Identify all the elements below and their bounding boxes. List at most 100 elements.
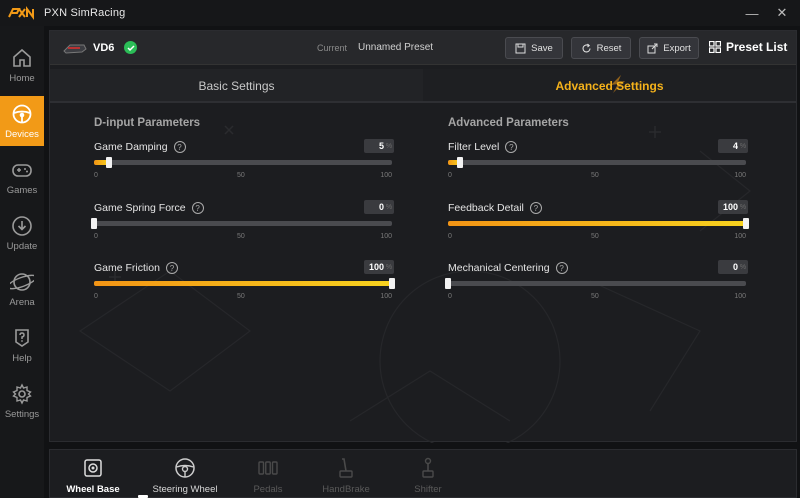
param-slider-track[interactable] [448, 218, 749, 229]
component-bar: Wheel Base Steering Wheel Pedals HandBra… [49, 449, 797, 498]
param-name: Mechanical Centering [448, 262, 550, 274]
percent-unit: % [385, 142, 393, 150]
param-name: Filter Level [448, 141, 500, 153]
reset-button-label: Reset [596, 42, 622, 54]
scale-min: 0 [94, 233, 98, 240]
download-icon [12, 216, 32, 236]
scale-mid: 50 [237, 233, 245, 240]
param-value: 5 [378, 141, 384, 151]
tab-label: Basic Settings [198, 79, 275, 93]
help-question-icon[interactable]: ? [529, 202, 542, 214]
gear-icon [12, 383, 32, 405]
scale-min: 0 [94, 293, 98, 300]
param-value-input[interactable]: 5% [364, 139, 394, 153]
sidebar: Home Devices Games Update Arena Help Set… [0, 26, 44, 498]
d-input-section-title: D-input Parameters [94, 117, 201, 129]
shifter-icon [422, 457, 434, 478]
scale-mid: 50 [237, 293, 245, 300]
scale-max: 100 [380, 172, 392, 179]
param-value-input[interactable]: 100% [364, 260, 394, 274]
minimize-icon: — [745, 5, 759, 21]
param-value-input[interactable]: 0% [718, 260, 748, 274]
preset-list-label: Preset List [726, 40, 788, 54]
param-value-input[interactable]: 4% [718, 139, 748, 153]
sidebar-item-label: Settings [4, 409, 40, 420]
component-shifter[interactable]: Shifter [388, 456, 468, 495]
component-pedals[interactable]: Pedals [228, 456, 308, 495]
scale-min: 0 [448, 293, 452, 300]
param-name: Feedback Detail [448, 202, 524, 214]
param-scale: 0 50 100 [448, 293, 746, 303]
pedals-icon [258, 461, 278, 475]
reset-button[interactable]: Reset [571, 37, 631, 59]
scale-mid: 50 [591, 172, 599, 179]
param-scale: 0 50 100 [94, 233, 392, 243]
sidebar-item-label: Arena [9, 297, 35, 308]
param-slider-track[interactable] [445, 278, 746, 289]
sidebar-item-home[interactable]: Home [0, 40, 44, 90]
param-slider-thumb[interactable] [743, 218, 749, 229]
sidebar-item-label: Help [12, 353, 32, 364]
component-wheel-base[interactable]: Wheel Base [53, 456, 133, 495]
sidebar-item-arena[interactable]: Arena [0, 264, 44, 314]
param-label: Feedback Detail? [448, 202, 542, 214]
help-icon [15, 329, 29, 347]
close-button[interactable]: ✕ [772, 4, 792, 22]
export-button[interactable]: Export [639, 37, 699, 59]
param-slider-thumb[interactable] [445, 278, 451, 289]
device-name: VD6 [93, 42, 115, 54]
param-slider-thumb[interactable] [105, 157, 112, 168]
component-handbrake[interactable]: HandBrake [306, 456, 386, 495]
component-label: Steering Wheel [152, 484, 218, 495]
export-button-label: Export [663, 42, 691, 54]
param-scale: 0 50 100 [94, 293, 392, 303]
tab-basic-settings[interactable]: Basic Settings [50, 69, 423, 103]
param-value-input[interactable]: 100% [718, 200, 748, 214]
param-slider-track[interactable] [448, 157, 746, 168]
component-label: Shifter [414, 484, 442, 495]
current-preset-label: Current [317, 43, 348, 53]
sidebar-item-settings[interactable]: Settings [0, 376, 44, 426]
param-slider-thumb[interactable] [389, 278, 395, 289]
help-question-icon[interactable]: ? [555, 262, 568, 274]
param-label: Game Spring Force? [94, 202, 204, 214]
minimize-button[interactable]: — [742, 4, 762, 22]
grid-icon [709, 41, 721, 53]
param-slider-thumb[interactable] [91, 218, 97, 229]
scale-mid: 50 [591, 233, 599, 240]
param-slider-track[interactable] [91, 218, 392, 229]
app-title: PXN SimRacing [44, 7, 126, 19]
param-label: Mechanical Centering? [448, 262, 568, 274]
param-value: 100 [722, 202, 738, 212]
param-value: 100 [368, 262, 384, 272]
help-question-icon[interactable]: ? [165, 262, 178, 274]
scale-max: 100 [734, 172, 746, 179]
help-question-icon[interactable]: ? [505, 141, 518, 153]
component-label: Pedals [253, 484, 283, 495]
sidebar-item-games[interactable]: Games [0, 152, 44, 202]
param-slider-thumb[interactable] [456, 157, 463, 168]
param-label: Game Friction? [94, 262, 178, 274]
save-button[interactable]: Save [505, 37, 563, 59]
close-icon: ✕ [776, 5, 788, 20]
sidebar-item-help[interactable]: Help [0, 320, 44, 370]
scale-min: 0 [448, 233, 452, 240]
param-label: Filter Level? [448, 141, 518, 153]
scale-mid: 50 [591, 293, 599, 300]
scale-mid: 50 [237, 172, 245, 179]
param-value-input[interactable]: 0% [364, 200, 394, 214]
help-question-icon[interactable]: ? [173, 141, 186, 153]
param-slider-fill [94, 281, 392, 286]
wheel-base-icon [84, 459, 102, 477]
help-question-icon[interactable]: ? [191, 202, 204, 214]
preset-list-button[interactable]: Preset List [709, 40, 787, 54]
param-name: Game Friction [94, 262, 160, 274]
component-steering-wheel[interactable]: Steering Wheel [145, 456, 225, 495]
save-button-label: Save [531, 42, 553, 54]
sidebar-item-devices[interactable]: Devices [0, 96, 44, 146]
tab-advanced-settings[interactable]: Advanced Settings [423, 69, 796, 103]
advanced-section-title: Advanced Parameters [448, 117, 569, 129]
sidebar-item-update[interactable]: Update [0, 208, 44, 258]
param-slider-track[interactable] [94, 157, 392, 168]
param-slider-track[interactable] [94, 278, 395, 289]
